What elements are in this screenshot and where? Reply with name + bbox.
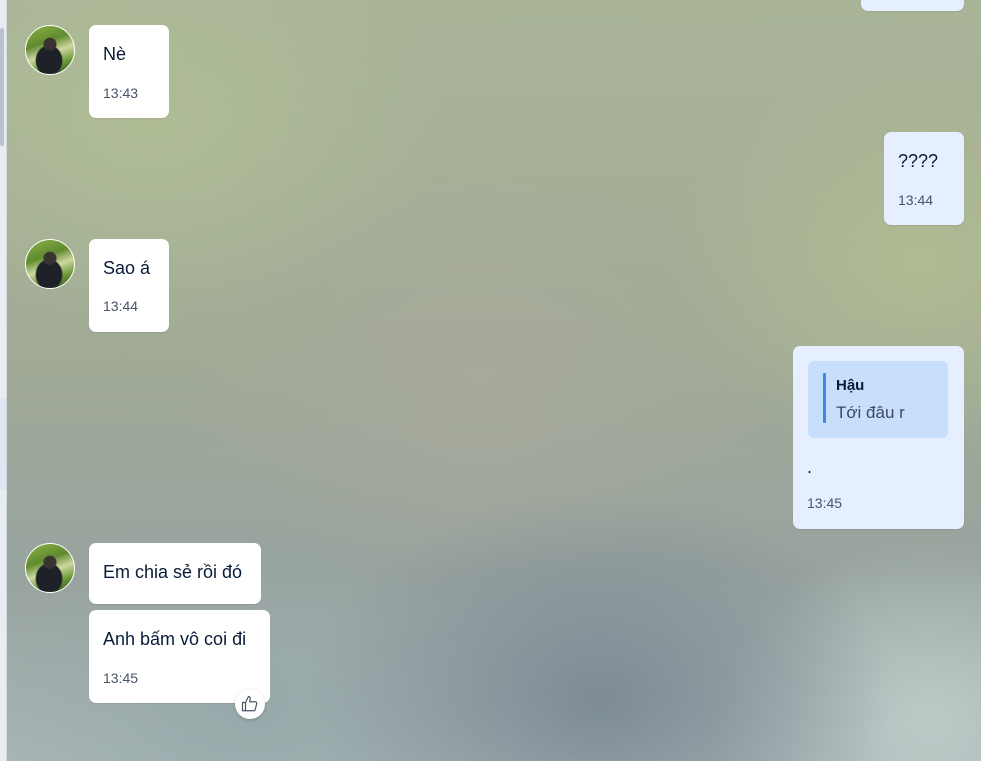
reaction-like-button[interactable] bbox=[235, 689, 265, 719]
incoming-message[interactable]: Anh bấm vô coi đi 13:45 bbox=[89, 610, 270, 703]
scrollbar-thumb[interactable] bbox=[0, 28, 4, 146]
message-time: 13:45 bbox=[807, 495, 843, 511]
thumbs-up-icon bbox=[241, 695, 258, 712]
previous-outgoing-message[interactable] bbox=[861, 0, 964, 11]
quoted-author: Hậu bbox=[836, 377, 865, 394]
message-time: 13:43 bbox=[103, 85, 139, 101]
contact-avatar[interactable] bbox=[25, 543, 75, 593]
contact-avatar[interactable] bbox=[25, 239, 75, 289]
message-text: Em chia sẻ rồi đó bbox=[103, 562, 243, 582]
panel-edge-highlight bbox=[0, 398, 6, 490]
chat-conversation-area[interactable]: Nè 13:43 ???? 13:44 Sao á 13:44 Hậu Tới … bbox=[0, 0, 981, 761]
incoming-message[interactable]: Sao á 13:44 bbox=[89, 239, 169, 332]
outgoing-message[interactable]: ???? 13:44 bbox=[884, 132, 964, 225]
message-time: 13:44 bbox=[898, 192, 934, 208]
message-time: 13:45 bbox=[103, 670, 139, 686]
message-time: 13:44 bbox=[103, 298, 139, 314]
message-text: ???? bbox=[898, 151, 939, 171]
quoted-text: Tới đâu r bbox=[836, 403, 905, 422]
message-text: Anh bấm vô coi đi bbox=[103, 629, 247, 649]
message-text: Nè bbox=[103, 44, 127, 64]
quoted-message[interactable]: Hậu Tới đâu r bbox=[808, 361, 948, 438]
message-text: . bbox=[807, 457, 813, 477]
outgoing-reply-message[interactable]: Hậu Tới đâu r . 13:45 bbox=[793, 346, 964, 529]
message-text: Sao á bbox=[103, 258, 151, 278]
incoming-message[interactable]: Em chia sẻ rồi đó bbox=[89, 543, 261, 604]
quote-bar bbox=[823, 373, 826, 423]
contact-avatar[interactable] bbox=[25, 25, 75, 75]
incoming-message[interactable]: Nè 13:43 bbox=[89, 25, 169, 118]
